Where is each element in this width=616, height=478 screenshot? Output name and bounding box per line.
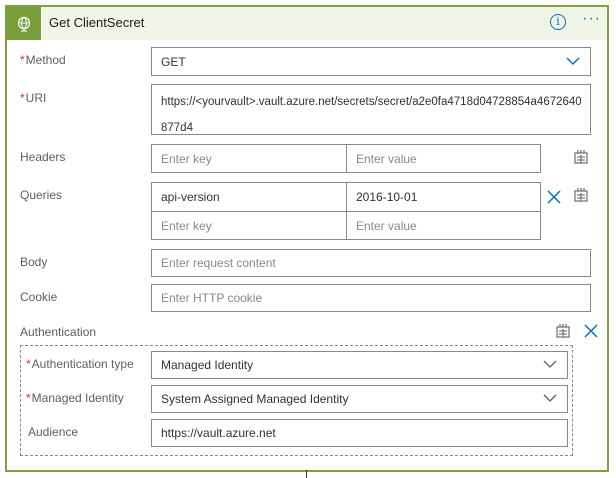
method-label: *Method — [20, 53, 66, 67]
auth-type-label-text: Authentication type — [31, 357, 134, 371]
close-icon[interactable] — [582, 322, 600, 340]
uri-input[interactable]: https://<yourvault>.vault.azure.net/secr… — [151, 84, 591, 135]
http-action-card: Get ClientSecret i ··· *Method GET *URI … — [5, 5, 609, 472]
queries-label: Queries — [20, 188, 63, 202]
method-value: GET — [161, 54, 186, 69]
header-value-input[interactable]: Enter value — [346, 144, 541, 173]
managed-identity-label-text: Managed Identity — [31, 391, 124, 405]
method-label-text: Method — [25, 53, 66, 67]
chevron-down-icon — [566, 56, 580, 65]
required-mark: * — [20, 91, 25, 105]
authentication-label: Authentication — [20, 325, 97, 339]
body-label: Body — [20, 255, 48, 269]
more-icon[interactable]: ··· — [582, 10, 601, 28]
chevron-down-icon — [543, 394, 557, 402]
method-select[interactable]: GET — [151, 47, 591, 76]
query-value-input[interactable]: 2016-10-01 — [346, 182, 541, 212]
query-value-input-empty[interactable]: Enter value — [346, 211, 541, 240]
required-mark: * — [26, 357, 31, 371]
card-header[interactable]: Get ClientSecret i ··· — [7, 7, 607, 40]
uri-label-text: URI — [25, 91, 47, 105]
headers-label: Headers — [20, 150, 66, 164]
close-icon[interactable] — [545, 188, 563, 206]
managed-identity-label: *Managed Identity — [26, 391, 124, 405]
header-key-input[interactable]: Enter key — [151, 144, 347, 173]
chevron-down-icon — [543, 360, 557, 368]
body-input[interactable]: Enter request content — [151, 249, 591, 277]
auth-type-select[interactable]: Managed Identity — [151, 351, 568, 379]
cookie-label: Cookie — [20, 290, 58, 304]
flow-connector — [306, 470, 307, 478]
managed-identity-select[interactable]: System Assigned Managed Identity — [151, 385, 568, 413]
info-icon[interactable]: i — [550, 14, 566, 30]
cookie-input[interactable]: Enter HTTP cookie — [151, 284, 591, 312]
auth-type-value: Managed Identity — [161, 358, 254, 372]
query-key-input[interactable]: api-version — [151, 182, 347, 212]
switch-to-text-icon[interactable] — [554, 322, 572, 340]
query-key-input-empty[interactable]: Enter key — [151, 211, 347, 240]
switch-to-text-icon[interactable] — [572, 148, 590, 166]
auth-type-label: *Authentication type — [26, 357, 134, 371]
switch-to-text-icon[interactable] — [572, 186, 590, 204]
audience-input[interactable]: https://vault.azure.net — [151, 419, 568, 447]
required-mark: * — [20, 53, 25, 67]
required-mark: * — [26, 391, 31, 405]
audience-label: Audience — [28, 425, 79, 439]
card-title: Get ClientSecret — [49, 15, 145, 30]
uri-label: *URI — [20, 91, 46, 105]
globe-icon — [7, 7, 41, 40]
managed-identity-value: System Assigned Managed Identity — [161, 392, 349, 406]
